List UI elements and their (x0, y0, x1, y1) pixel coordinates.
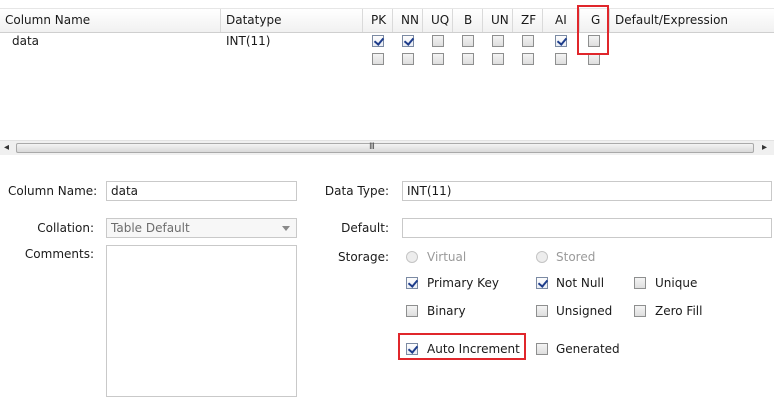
grid-header: Column Name Datatype PK NN UQ B UN ZF AI… (0, 8, 774, 33)
zf-checkbox[interactable] (522, 53, 534, 65)
not-null-label: Not Null (556, 276, 605, 290)
table-row[interactable] (0, 50, 774, 68)
header-datatype[interactable]: Datatype (221, 9, 363, 32)
primary-key-label: Primary Key (427, 276, 499, 290)
binary-checkbox[interactable] (406, 305, 418, 317)
nn-checkbox[interactable] (402, 35, 414, 47)
collation-select[interactable]: Table Default (106, 218, 297, 238)
un-checkbox[interactable] (492, 53, 504, 65)
comments-label: Comments: (24, 247, 94, 261)
unsigned-checkbox[interactable] (536, 305, 548, 317)
zf-checkbox[interactable] (522, 35, 534, 47)
virtual-radio[interactable] (406, 251, 418, 263)
stored-label: Stored (556, 250, 596, 264)
binary-label: Binary (427, 304, 466, 318)
pk-checkbox[interactable] (372, 53, 384, 65)
auto-increment-highlight (398, 333, 526, 360)
columns-grid: Column Name Datatype PK NN UQ B UN ZF AI… (0, 0, 774, 155)
collation-label: Collation: (37, 221, 94, 235)
ai-checkbox[interactable] (555, 35, 567, 47)
table-row[interactable]: data INT(11) (0, 32, 774, 50)
scroll-right-arrow-icon[interactable]: ▸ (762, 142, 767, 153)
header-default-expression[interactable]: Default/Expression (610, 9, 774, 32)
zero-fill-checkbox[interactable] (634, 305, 646, 317)
scrollbar-thumb[interactable]: III (16, 142, 754, 153)
unsigned-label: Unsigned (556, 304, 613, 318)
data-type-field[interactable]: INT(11) (402, 181, 772, 201)
virtual-label: Virtual (427, 250, 467, 264)
generated-label: Generated (556, 342, 620, 356)
header-nn[interactable]: NN (393, 9, 423, 32)
comments-textarea[interactable] (106, 245, 297, 397)
header-uq[interactable]: UQ (423, 9, 453, 32)
generated-checkbox[interactable] (536, 343, 548, 355)
unique-label: Unique (655, 276, 698, 290)
uq-checkbox[interactable] (432, 35, 444, 47)
uq-checkbox[interactable] (432, 53, 444, 65)
ai-column-highlight (577, 5, 609, 55)
data-type-label: Data Type: (324, 184, 389, 198)
header-un[interactable]: UN (483, 9, 513, 32)
row-column-name[interactable]: data (12, 32, 39, 50)
default-label: Default: (341, 221, 389, 235)
b-checkbox[interactable] (462, 53, 474, 65)
collation-select-value: Table Default (111, 221, 190, 235)
stored-radio[interactable] (536, 251, 548, 263)
header-pk[interactable]: PK (363, 9, 393, 32)
primary-key-checkbox[interactable] (406, 277, 418, 289)
column-name-label: Column Name: (8, 184, 98, 198)
un-checkbox[interactable] (492, 35, 504, 47)
row-datatype[interactable]: INT(11) (226, 32, 270, 50)
default-field[interactable] (402, 218, 772, 238)
scroll-left-arrow-icon[interactable]: ◂ (4, 142, 9, 153)
ai-checkbox[interactable] (555, 53, 567, 65)
horizontal-scrollbar[interactable]: ◂ III ▸ (0, 140, 774, 155)
not-null-checkbox[interactable] (536, 277, 548, 289)
pk-checkbox[interactable] (372, 35, 384, 47)
storage-label: Storage: (338, 250, 389, 264)
header-zf[interactable]: ZF (513, 9, 543, 32)
header-b[interactable]: B (453, 9, 483, 32)
header-column-name[interactable]: Column Name (0, 9, 221, 32)
b-checkbox[interactable] (462, 35, 474, 47)
header-ai[interactable]: AI (543, 9, 580, 32)
zero-fill-label: Zero Fill (655, 304, 703, 318)
column-name-field[interactable]: data (106, 181, 297, 201)
unique-checkbox[interactable] (634, 277, 646, 289)
nn-checkbox[interactable] (402, 53, 414, 65)
grip-icon: III (369, 142, 375, 152)
chevron-down-icon (282, 226, 290, 231)
